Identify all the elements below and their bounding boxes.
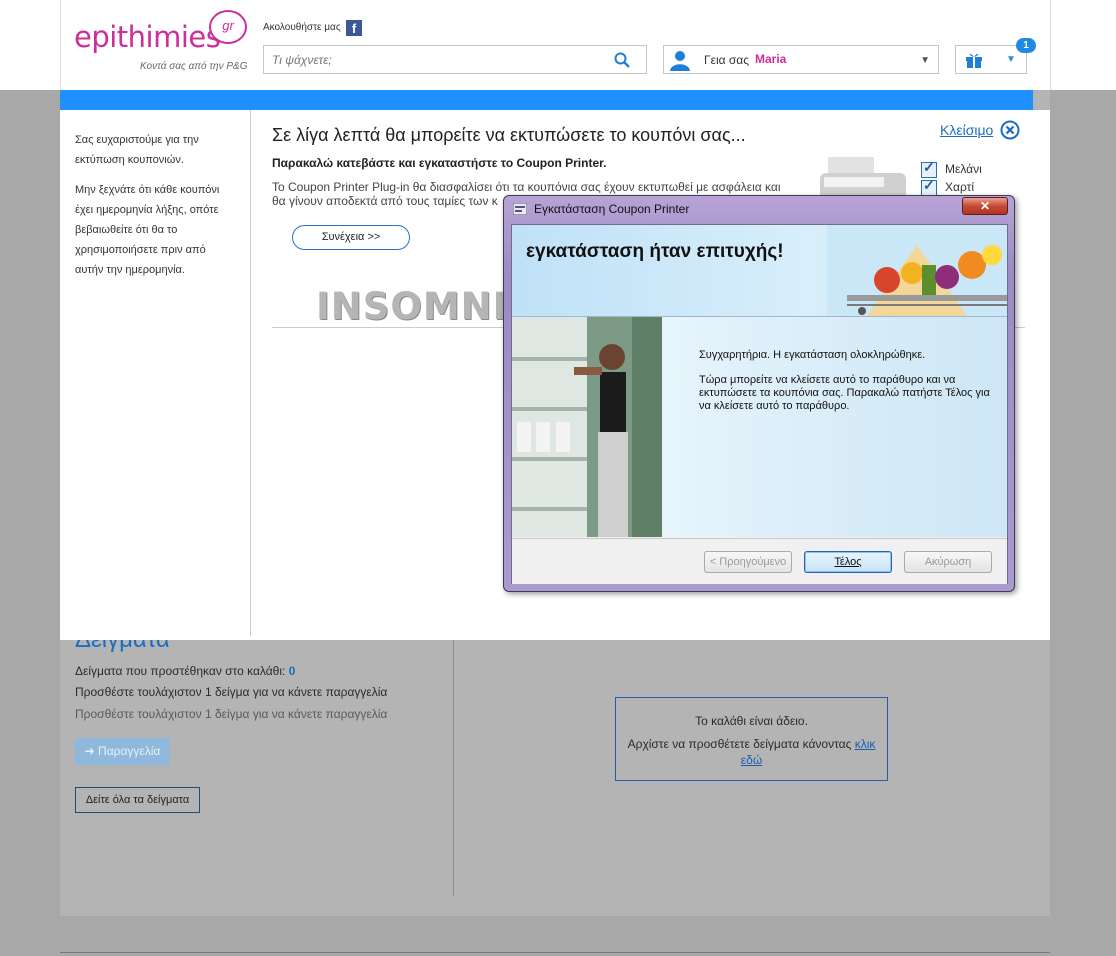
modal-subtitle: Παρακαλώ κατεβάστε και εγκαταστήστε το C… bbox=[272, 156, 607, 170]
checkbox-icon bbox=[921, 159, 937, 178]
user-name: Maria bbox=[755, 52, 787, 66]
close-icon[interactable] bbox=[1000, 120, 1020, 140]
cancel-button[interactable]: Ακύρωση bbox=[904, 551, 992, 573]
samples-count-label: Δείγματα που προστέθηκαν στο καλάθι: bbox=[75, 664, 286, 678]
checklist-label-paper: Χαρτί bbox=[945, 180, 975, 195]
checklist-item-paper: Χαρτί bbox=[921, 177, 975, 196]
dialog-title: Εγκατάσταση Coupon Printer bbox=[534, 202, 690, 216]
previous-button[interactable]: < Προηγούμενο bbox=[704, 551, 792, 573]
footer-divider bbox=[60, 952, 1050, 953]
finish-button[interactable]: Τέλος bbox=[804, 551, 892, 573]
samples-hint-muted: Προσθέστε τουλάχιστον 1 δείγμα για να κά… bbox=[75, 707, 388, 721]
dialog-success-message: Συγχαρητήρια. Η εγκατάσταση ολοκληρώθηκε… bbox=[699, 349, 926, 361]
samples-hint: Προσθέστε τουλάχιστον 1 δείγμα για να κά… bbox=[75, 685, 388, 699]
facebook-icon[interactable]: f bbox=[346, 20, 362, 36]
arrow-icon: ➜ bbox=[84, 744, 99, 758]
installer-app-icon bbox=[513, 203, 527, 215]
cart-empty-text: Το καλάθι είναι άδειο. bbox=[695, 714, 808, 728]
dialog-instruction-message: Τώρα μπορείτε να κλείσετε αυτό το παράθυ… bbox=[699, 374, 990, 412]
dialog-banner: εγκατάσταση ήταν επιτυχής! bbox=[512, 225, 1007, 317]
modal-sidebar: Σας ευχαριστούμε για την εκτύπωση κουπον… bbox=[60, 110, 251, 636]
dialog-content: Συγχαρητήρια. Η εγκατάσταση ολοκληρώθηκε… bbox=[512, 317, 1007, 537]
samples-count-value: 0 bbox=[288, 664, 296, 678]
samples-count-text: Δείγματα που προστέθηκαν στο καλάθι: 0 bbox=[75, 664, 295, 678]
column-divider bbox=[453, 636, 454, 896]
shopper-photo bbox=[512, 317, 662, 537]
site-logo[interactable]: epithimies bbox=[74, 20, 221, 54]
user-menu[interactable]: Γεια σας Maria ▼ bbox=[663, 45, 939, 74]
order-button-label: Παραγγελία bbox=[98, 744, 161, 758]
cart-start-label: Αρχίστε να προσθέτετε δείγματα κάνοντας bbox=[627, 737, 852, 751]
continue-button[interactable]: Συνέχεια >> bbox=[292, 225, 410, 250]
finish-button-label: Τέλος bbox=[834, 556, 862, 568]
checkbox-icon bbox=[921, 177, 937, 196]
follow-us-label: Ακολουθήστε μας bbox=[263, 22, 341, 33]
search-input[interactable] bbox=[270, 52, 604, 68]
sidebar-thanks-text: Σας ευχαριστούμε για την εκτύπωση κουπον… bbox=[75, 134, 199, 166]
checklist-label-ink: Μελάνι bbox=[945, 162, 982, 177]
checklist-item-ink: Μελάνι bbox=[921, 159, 982, 178]
dialog-footer: < Προηγούμενο Τέλος Ακύρωση bbox=[512, 538, 1007, 584]
modal-title: Σε λίγα λεπτά θα μπορείτε να εκτυπώσετε … bbox=[272, 125, 746, 145]
search-icon[interactable] bbox=[614, 52, 630, 68]
gift-icon bbox=[966, 53, 982, 68]
cart-box: Το καλάθι είναι άδειο. Αρχίστε να προσθέ… bbox=[615, 697, 888, 781]
greeting-text: Γεια σας bbox=[704, 53, 750, 67]
nav-bar bbox=[60, 90, 1033, 110]
search-box bbox=[263, 45, 647, 74]
grocery-cart-image bbox=[827, 225, 1007, 316]
chevron-down-icon[interactable]: ▼ bbox=[1006, 54, 1016, 65]
logo-badge: gr bbox=[209, 10, 247, 44]
logo-tagline: Κοντά σας από την P&G bbox=[140, 61, 248, 72]
user-avatar-icon bbox=[670, 51, 690, 71]
order-button[interactable]: ➜ Παραγγελία bbox=[75, 738, 170, 765]
dialog-close-button[interactable]: ✕ bbox=[962, 197, 1008, 215]
close-link[interactable]: Κλείσιμο bbox=[940, 122, 993, 138]
sidebar-expiry-text: Μην ξεχνάτε ότι κάθε κουπόνι έχει ημερομ… bbox=[75, 184, 220, 276]
dialog-body: εγκατάσταση ήταν επιτυχής! Συγχαρητήρια.… bbox=[511, 224, 1008, 584]
chevron-down-icon[interactable]: ▼ bbox=[920, 55, 930, 66]
cart-start-text: Αρχίστε να προσθέτετε δείγματα κάνοντας … bbox=[616, 736, 887, 768]
installer-dialog: Εγκατάσταση Coupon Printer ✕ εγκατάσταση… bbox=[503, 195, 1015, 592]
dialog-banner-title: εγκατάσταση ήταν επιτυχής! bbox=[526, 241, 784, 262]
view-all-samples-button[interactable]: Δείτε όλα τα δείγματα bbox=[75, 787, 200, 813]
gift-count-badge: 1 bbox=[1016, 38, 1036, 53]
